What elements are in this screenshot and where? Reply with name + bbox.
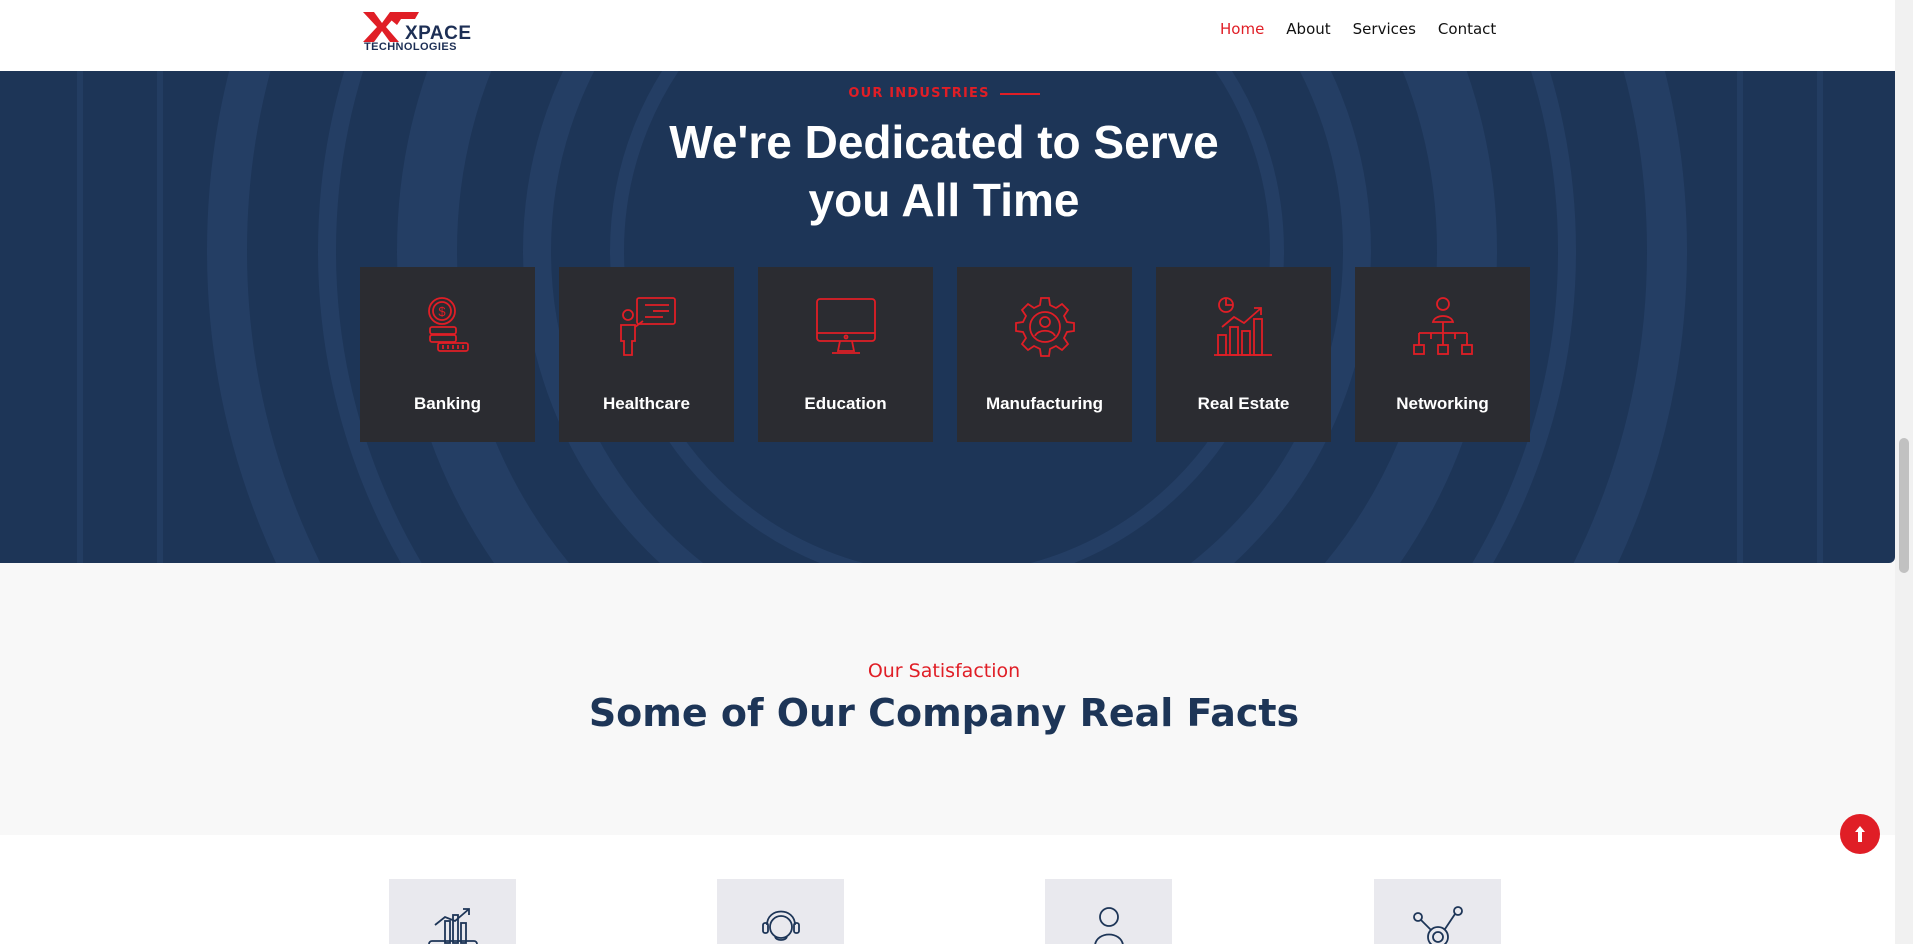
- facts-title: Some of Our Company Real Facts: [588, 691, 1300, 735]
- industry-card-banking[interactable]: $ Banking: [360, 267, 535, 442]
- facts-section: Our Satisfaction Some of Our Company Rea…: [0, 563, 1895, 835]
- industry-card-networking[interactable]: Networking: [1355, 267, 1530, 442]
- industry-label: Networking: [1396, 394, 1489, 413]
- industry-card-education[interactable]: Education: [758, 267, 933, 442]
- network-nodes-icon: [1412, 906, 1463, 944]
- industries-title-line2: you All Time: [808, 174, 1080, 226]
- coin-stack-icon: $: [427, 297, 469, 352]
- nav-home[interactable]: Home: [1220, 20, 1264, 38]
- main-nav: Home About Services Contact: [1220, 20, 1518, 38]
- kicker-line: [999, 92, 1040, 95]
- industry-label: Real Estate: [1197, 394, 1290, 413]
- support-agent-icon: [761, 910, 800, 941]
- monitor-icon: [815, 298, 876, 354]
- page-scrollbar[interactable]: [1895, 0, 1913, 944]
- industry-card-manufacturing[interactable]: Manufacturing: [957, 267, 1132, 442]
- nav-contact[interactable]: Contact: [1438, 20, 1496, 38]
- industry-card-healthcare[interactable]: Healthcare: [559, 267, 734, 442]
- industry-cards: $ Banking Healthcare Education Manufactu…: [360, 267, 1554, 442]
- industry-label: Banking: [413, 394, 482, 413]
- industries-kicker: OUR INDUSTRIES: [0, 86, 1888, 101]
- gear-user-icon: [1014, 297, 1075, 357]
- user-icon: [1093, 907, 1124, 944]
- fact-card-network: [1374, 879, 1501, 944]
- nav-about[interactable]: About: [1286, 20, 1330, 38]
- arrow-up-icon: [1855, 826, 1865, 842]
- site-header: XPACE TECHNOLOGIES Home About Services C…: [0, 0, 1895, 71]
- industries-title: We're Dedicated to Serve you All Time: [0, 113, 1888, 229]
- industry-label: Education: [804, 394, 887, 413]
- org-chart-icon: [1412, 297, 1473, 355]
- site-logo[interactable]: XPACE TECHNOLOGIES: [363, 12, 471, 54]
- nav-services[interactable]: Services: [1353, 20, 1416, 38]
- bar-chart-growth-icon: [1213, 297, 1272, 356]
- industry-label: Manufacturing: [985, 394, 1104, 413]
- fact-card-support: [717, 879, 844, 944]
- industry-label: Healthcare: [603, 394, 690, 413]
- industry-card-real-estate[interactable]: Real Estate: [1156, 267, 1331, 442]
- fact-card-growth: [389, 879, 516, 944]
- scrollbar-thumb[interactable]: [1899, 438, 1909, 573]
- industries-section: OUR INDUSTRIES We're Dedicated to Serve …: [0, 71, 1895, 563]
- presenter-board-icon: [619, 297, 676, 356]
- fact-card-users: [1045, 879, 1172, 944]
- svg-text:$: $: [438, 304, 446, 319]
- scroll-to-top-button[interactable]: [1840, 814, 1880, 854]
- industries-kicker-text: OUR INDUSTRIES: [848, 86, 990, 101]
- logo-tagline: TECHNOLOGIES: [364, 41, 457, 53]
- facts-cards-area: [0, 835, 1895, 944]
- growth-chart-icon: [427, 908, 478, 944]
- facts-kicker: Our Satisfaction: [867, 660, 1021, 682]
- industries-title-line1: We're Dedicated to Serve: [669, 116, 1219, 168]
